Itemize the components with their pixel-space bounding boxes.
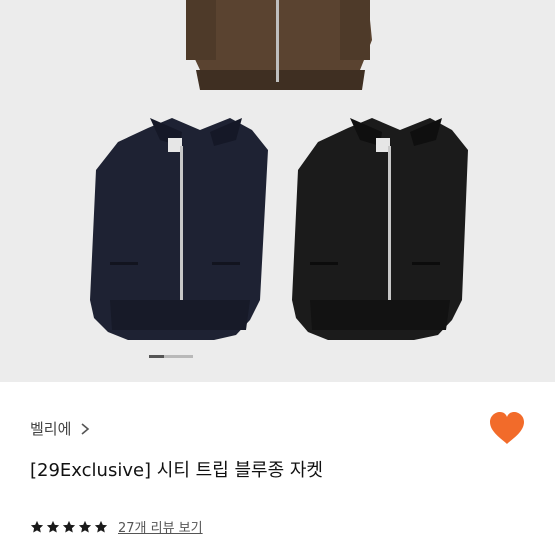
star-icon [62, 520, 76, 533]
product-title: [29Exclusive] 시티 트립 블루종 자켓 [30, 460, 323, 481]
gallery-progress-bar [149, 355, 164, 358]
review-link[interactable]: 27개 리뷰 보기 [118, 517, 203, 536]
heart-icon [490, 412, 524, 444]
gallery-illustration [90, 0, 468, 340]
brand-link[interactable]: 벨리에 [30, 418, 92, 439]
star-icon [78, 520, 92, 533]
brand-name: 벨리에 [30, 420, 72, 438]
star-icon [94, 520, 108, 533]
product-image-gallery[interactable] [0, 0, 555, 382]
star-rating [30, 520, 110, 534]
chevron-right-icon [78, 422, 92, 436]
gallery-page-indicator [149, 355, 193, 358]
black-jacket-image [292, 118, 468, 340]
wishlist-button[interactable] [488, 411, 526, 447]
rating-row: 27개 리뷰 보기 [30, 517, 203, 536]
star-icon [30, 520, 44, 533]
navy-jacket-image [90, 118, 268, 340]
brown-jacket-image [186, 0, 372, 90]
star-icon [46, 520, 60, 533]
